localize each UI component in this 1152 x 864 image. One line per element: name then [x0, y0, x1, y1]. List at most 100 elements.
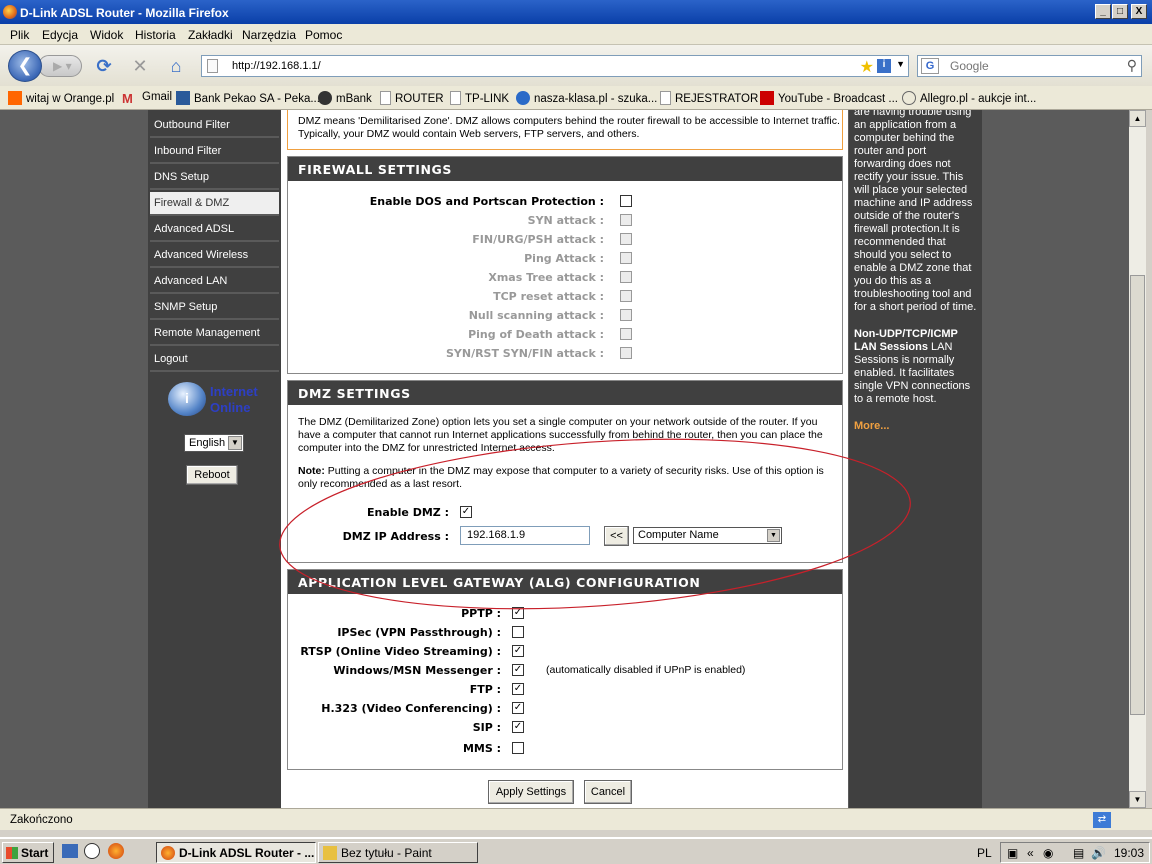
tcp-reset-label: TCP reset attack :	[493, 290, 604, 303]
bookmark-naszaklasa[interactable]: nasza-klasa.pl - szuka...	[516, 91, 657, 105]
menu-narzedzia[interactable]: Narzędzia	[242, 28, 296, 42]
maximize-button[interactable]: □	[1112, 4, 1128, 19]
menu-pomoc[interactable]: Pomoc	[305, 28, 342, 42]
sip-checkbox[interactable]: ✓	[512, 721, 524, 733]
nav-snmp-setup[interactable]: SNMP Setup	[150, 296, 279, 320]
task-firefox[interactable]: D-Link ADSL Router - ...	[156, 842, 316, 863]
search-icon[interactable]: ⚲	[1127, 57, 1137, 74]
nav-remote-management[interactable]: Remote Management	[150, 322, 279, 346]
task-paint[interactable]: Bez tytułu - Paint	[318, 842, 478, 863]
tray-icon[interactable]: ▣	[1007, 846, 1018, 860]
panda-tray-icon[interactable]: ◉	[1043, 846, 1053, 860]
bookmark-orange[interactable]: witaj w Orange.pl	[8, 91, 114, 105]
bookmark-gmail[interactable]: M Gmail	[122, 91, 172, 106]
pptp-checkbox[interactable]: ✓	[512, 607, 524, 619]
home-icon[interactable]: ⌂	[165, 55, 187, 77]
copy-ip-button[interactable]: <<	[604, 526, 629, 546]
mms-checkbox[interactable]	[512, 742, 524, 754]
tray-expand-icon[interactable]: «	[1027, 846, 1034, 860]
menu-zakladki[interactable]: Zakładki	[188, 28, 233, 42]
reboot-button[interactable]: Reboot	[186, 465, 238, 485]
paint-icon	[323, 846, 337, 860]
close-button[interactable]: X	[1131, 4, 1147, 19]
nav-advanced-lan[interactable]: Advanced LAN	[150, 270, 279, 294]
bookmark-pekao[interactable]: Bank Pekao SA - Peka...	[176, 91, 320, 105]
nav-dns-setup[interactable]: DNS Setup	[150, 166, 279, 190]
ping-of-death-checkbox[interactable]	[620, 328, 632, 340]
reload-icon[interactable]: ⟳	[93, 55, 115, 77]
nav-firewall-dmz[interactable]: Firewall & DMZ	[150, 192, 279, 216]
info-icon[interactable]: i	[877, 59, 891, 73]
bookmark-youtube[interactable]: YouTube - Broadcast ...	[760, 91, 898, 105]
ping-attack-label: Ping Attack :	[524, 252, 604, 265]
status-line-1: Internet	[210, 384, 258, 399]
fin-urg-psh-checkbox[interactable]	[620, 233, 632, 245]
computer-name-value: Computer Name	[638, 529, 719, 541]
menu-widok[interactable]: Widok	[90, 28, 123, 42]
ipsec-checkbox[interactable]	[512, 626, 524, 638]
msn-label: Windows/MSN Messenger :	[333, 664, 501, 677]
rtsp-checkbox[interactable]: ✓	[512, 645, 524, 657]
scroll-down-icon[interactable]: ▼	[1129, 791, 1146, 808]
computer-name-select[interactable]: Computer Name ▼	[633, 527, 782, 544]
nav-outbound-filter[interactable]: Outbound Filter	[150, 114, 279, 138]
back-button[interactable]: ❮	[8, 50, 42, 82]
dos-protection-checkbox[interactable]	[620, 195, 632, 207]
ftp-checkbox[interactable]: ✓	[512, 683, 524, 695]
nav-logout[interactable]: Logout	[150, 348, 279, 372]
bookmark-tplink[interactable]: TP-LINK	[450, 91, 509, 105]
google-icon[interactable]: G	[921, 58, 939, 74]
bookmark-star-icon[interactable]: ★	[860, 57, 874, 77]
url-dropdown-icon[interactable]: ▼	[896, 59, 905, 69]
menu-historia[interactable]: Historia	[135, 28, 176, 42]
apply-settings-button[interactable]: Apply Settings	[488, 780, 574, 804]
msn-checkbox[interactable]: ✓	[512, 664, 524, 676]
menu-bar: Plik Edycja Widok Historia Zakładki Narz…	[0, 24, 1152, 45]
youtube-icon	[760, 91, 774, 105]
menu-plik[interactable]: Plik	[10, 28, 29, 42]
h323-checkbox[interactable]: ✓	[512, 702, 524, 714]
chevron-down-icon: ▼	[767, 529, 780, 542]
nav-advanced-wireless[interactable]: Advanced Wireless	[150, 244, 279, 268]
forward-button[interactable]: ▶ ▾	[38, 55, 82, 77]
bookmark-allegro[interactable]: Allegro.pl - aukcje int...	[902, 91, 1036, 105]
nav-inbound-filter[interactable]: Inbound Filter	[150, 140, 279, 164]
cancel-button[interactable]: Cancel	[584, 780, 632, 804]
xmas-tree-label: Xmas Tree attack :	[488, 271, 604, 284]
tcp-reset-checkbox[interactable]	[620, 290, 632, 302]
system-tray: ▣ « ◉ ▤ 🔊 19:03	[1000, 842, 1150, 863]
volume-icon[interactable]: 🔊	[1091, 846, 1106, 860]
nav-advanced-adsl[interactable]: Advanced ADSL	[150, 218, 279, 242]
start-button[interactable]: Start	[2, 842, 54, 863]
show-desktop-icon[interactable]	[62, 844, 78, 858]
stop-icon[interactable]: ✕	[129, 55, 151, 77]
xmas-tree-checkbox[interactable]	[620, 271, 632, 283]
syn-attack-checkbox[interactable]	[620, 214, 632, 226]
help-text-1: are having trouble using an application …	[854, 110, 977, 313]
addon-icon[interactable]: ⇄	[1093, 812, 1111, 828]
search-input[interactable]	[950, 58, 1110, 74]
bookmark-router[interactable]: ROUTER	[380, 91, 444, 105]
scroll-up-icon[interactable]: ▲	[1129, 110, 1146, 127]
dmz-ip-input[interactable]: 192.168.1.9	[460, 526, 590, 545]
url-bar[interactable]: http://192.168.1.1/ ★ i ▼	[201, 55, 909, 77]
language-indicator[interactable]: PL	[977, 846, 992, 860]
more-link[interactable]: More...	[854, 420, 978, 433]
firefox-icon[interactable]	[108, 843, 124, 859]
scroll-thumb[interactable]	[1130, 275, 1145, 715]
menu-edycja[interactable]: Edycja	[42, 28, 78, 42]
syn-rst-checkbox[interactable]	[620, 347, 632, 359]
ping-attack-checkbox[interactable]	[620, 252, 632, 264]
msn-note: (automatically disabled if UPnP is enabl…	[546, 664, 746, 676]
enable-dmz-checkbox[interactable]: ✓	[460, 506, 472, 518]
bookmark-mbank[interactable]: mBank	[318, 91, 372, 105]
minimize-button[interactable]: _	[1095, 4, 1111, 19]
null-scan-checkbox[interactable]	[620, 309, 632, 321]
panda-icon[interactable]	[84, 843, 100, 859]
search-bar[interactable]: G ⚲	[917, 55, 1142, 77]
network-icon[interactable]: ▤	[1073, 846, 1084, 860]
vertical-scrollbar[interactable]: ▲ ▼	[1129, 110, 1146, 808]
language-select[interactable]: English ▼	[184, 434, 244, 452]
note-label: Note:	[298, 465, 325, 477]
bookmark-rejestrator[interactable]: REJESTRATOR	[660, 91, 758, 105]
